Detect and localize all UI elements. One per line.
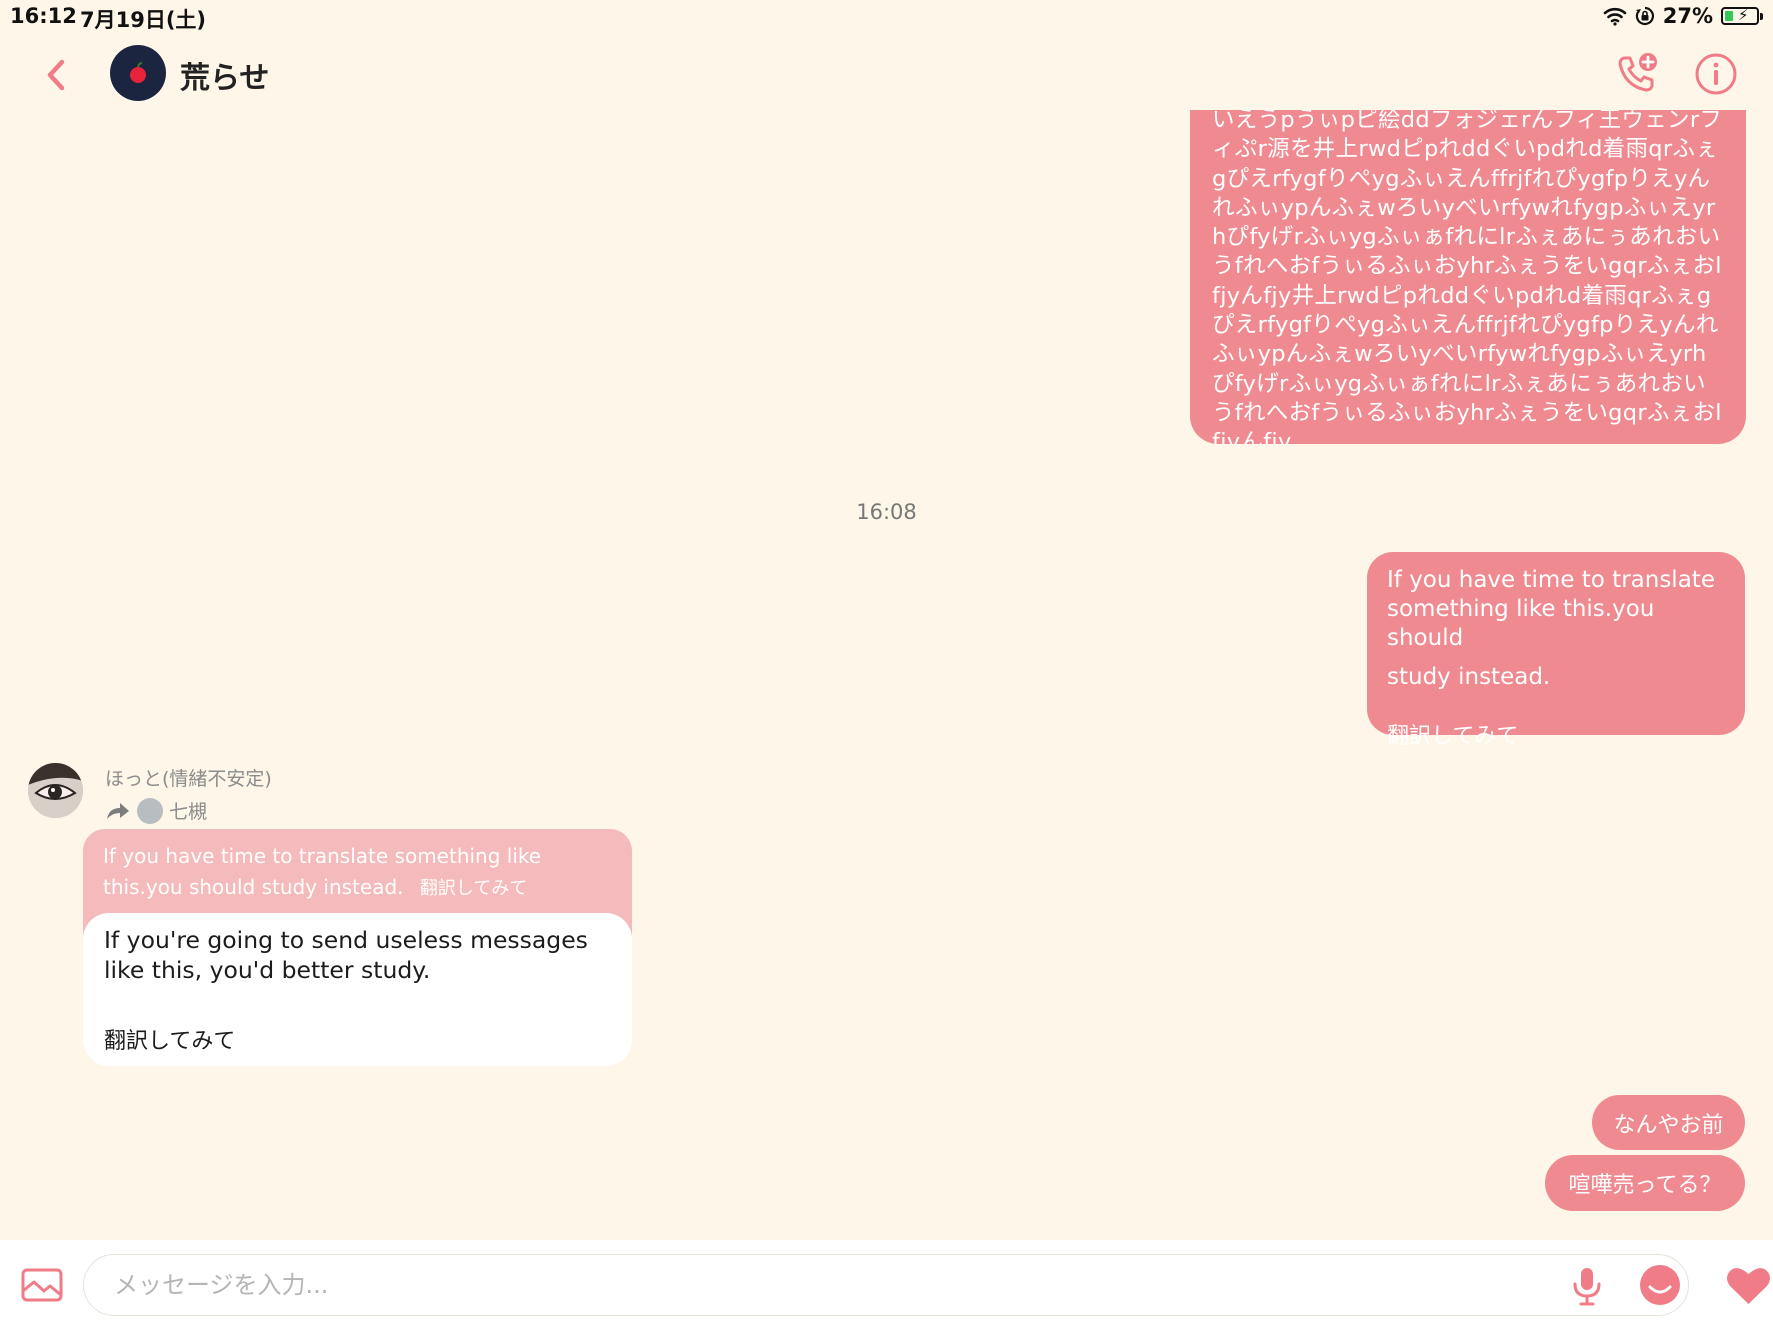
- outgoing-message[interactable]: If you have time to translate something …: [1367, 552, 1745, 749]
- status-date: 7月19日(土): [80, 8, 207, 32]
- message-text-line: something like this.you should: [1387, 596, 1655, 651]
- battery-icon: ⚡: [1721, 6, 1763, 25]
- message-timestamp: 16:08: [856, 500, 917, 524]
- sender-avatar[interactable]: [28, 763, 83, 818]
- outgoing-message[interactable]: なんやお前: [1592, 1095, 1745, 1150]
- wifi-icon: [1603, 7, 1627, 26]
- back-button[interactable]: [40, 52, 70, 98]
- battery-percent: 27%: [1662, 4, 1713, 28]
- message-text: いえうpうぃpピ絵ddフォジェrんフィ王ウェンrフィぷr源を井上rwdピpれdd…: [1212, 110, 1723, 444]
- message-input[interactable]: [83, 1254, 1689, 1316]
- message-text-line: If you have time to translate: [1387, 567, 1715, 593]
- info-icon: [1695, 53, 1737, 95]
- phone-add-icon: [1618, 53, 1657, 92]
- forwarded-user-name: 七槻: [169, 801, 208, 823]
- message-text-line: study instead.: [1387, 664, 1551, 690]
- outgoing-message-long[interactable]: いえうpうぃpピ絵ddフォジェrんフィ王ウェンrフィぷr源を井上rwdピpれdd…: [1190, 110, 1746, 444]
- info-button[interactable]: [1694, 52, 1738, 96]
- quoted-subtext: 翻訳してみて: [419, 878, 528, 899]
- chat-avatar[interactable]: [110, 45, 166, 101]
- battery-level: [1725, 11, 1733, 21]
- message-subtext: 翻訳してみて: [104, 1029, 236, 1054]
- apple-icon: [130, 62, 146, 83]
- message-text: なんやお前: [1613, 1112, 1724, 1138]
- outgoing-message[interactable]: 喧嘩売ってる？: [1545, 1155, 1745, 1211]
- gallery-button[interactable]: [20, 1265, 64, 1305]
- message-subtext: 翻訳してみて: [1387, 724, 1519, 749]
- chevron-left-icon: [47, 59, 65, 91]
- chat-title: 荒らせ: [180, 61, 270, 96]
- forward-icon: [107, 802, 129, 819]
- sender-name: ほっと(情緒不安定): [105, 768, 272, 790]
- smile-icon: [1640, 1265, 1680, 1305]
- microphone-icon: [1573, 1268, 1601, 1306]
- eye-photo-icon: [28, 763, 83, 818]
- incoming-message[interactable]: If you're going to send useless messages…: [83, 913, 632, 1066]
- forward-info: 七槻: [105, 797, 207, 824]
- orientation-lock-icon: [1635, 6, 1654, 26]
- forwarded-user-avatar: [137, 797, 163, 824]
- mic-button[interactable]: [1570, 1265, 1604, 1307]
- call-button[interactable]: [1615, 50, 1661, 96]
- image-icon: [21, 1268, 63, 1302]
- sticker-button[interactable]: [1638, 1263, 1682, 1307]
- status-time: 16:12: [10, 4, 77, 28]
- status-indicators: 27% ⚡: [1603, 4, 1763, 28]
- message-text: 喧嘩売ってる？: [1568, 1173, 1722, 1198]
- like-button[interactable]: [1725, 1264, 1772, 1306]
- message-text: If you're going to send useless messages…: [104, 926, 588, 984]
- heart-icon: [1727, 1268, 1770, 1304]
- charging-icon: ⚡: [1738, 6, 1749, 24]
